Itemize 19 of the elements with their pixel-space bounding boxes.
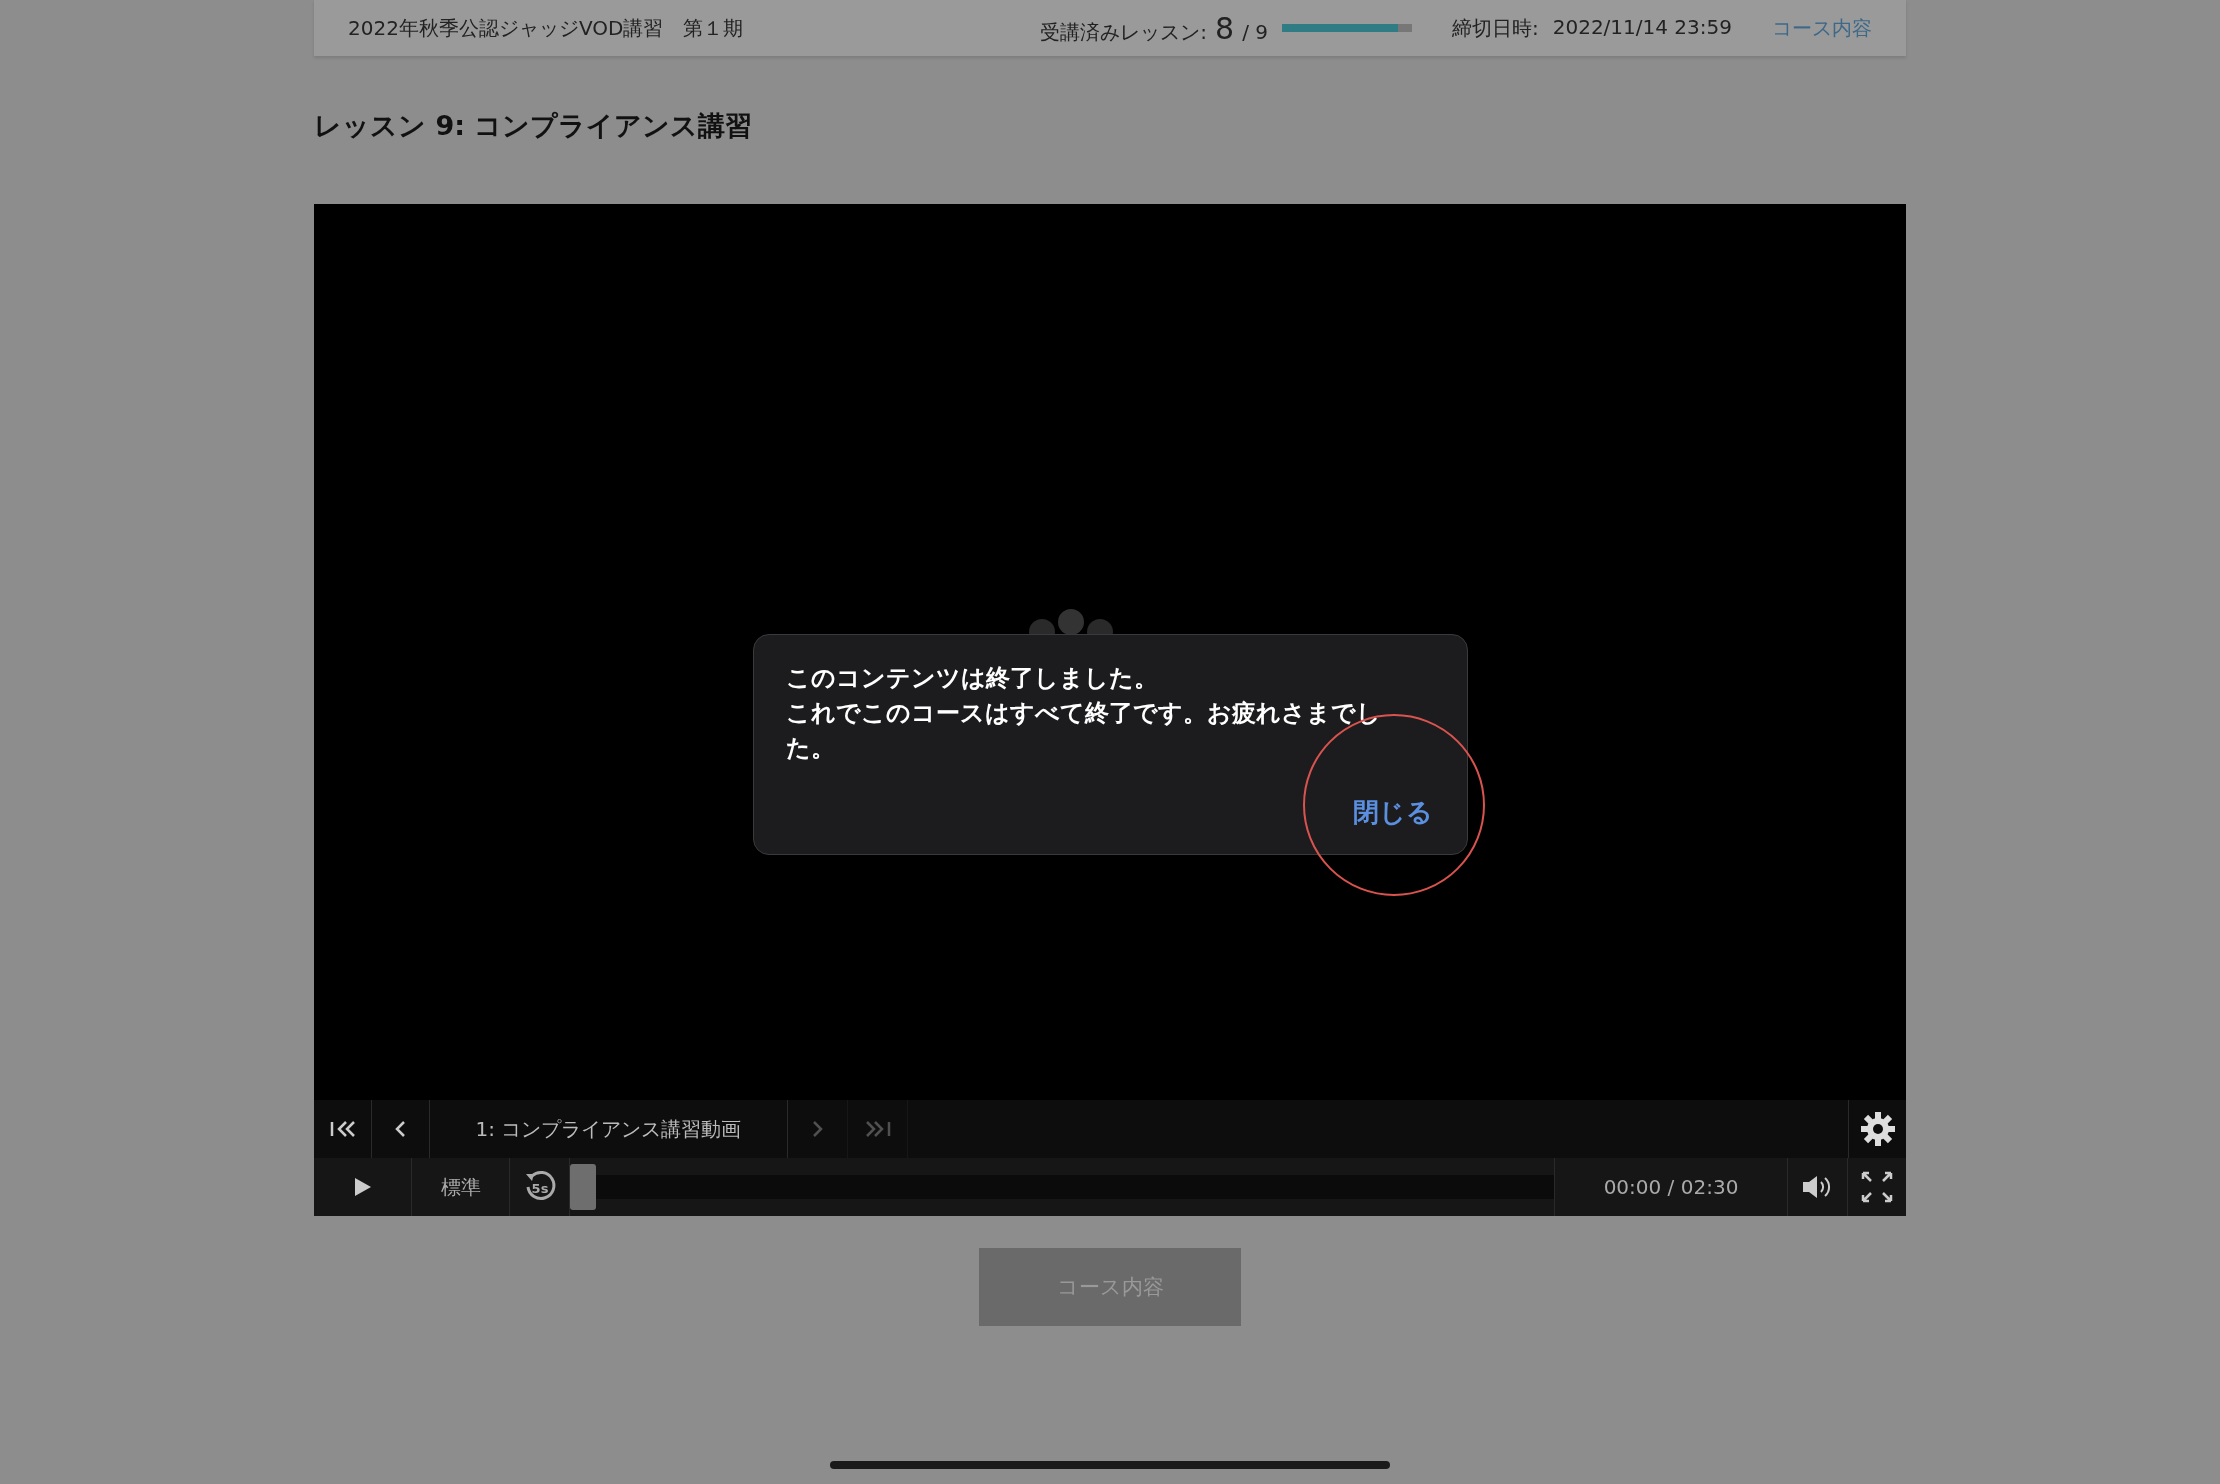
first-icon <box>328 1119 357 1139</box>
progress-label: 受講済みレッスン: <box>1040 18 1208 46</box>
fullscreen-icon <box>1861 1171 1893 1203</box>
back-icon <box>394 1119 407 1139</box>
deadline-label: 締切日時: <box>1451 14 1539 42</box>
lesson-title: レッスン 9: コンプライアンス講習 <box>314 109 754 143</box>
seek-thumb[interactable] <box>570 1164 596 1210</box>
time-display: 00:00 / 02:30 <box>1555 1158 1788 1216</box>
deadline-value: 2022/11/14 23:59 <box>1552 14 1732 41</box>
close-button[interactable]: 閉じる <box>1350 790 1435 834</box>
speed-button[interactable]: 標準 <box>412 1158 510 1216</box>
course-title: 2022年秋季公認ジャッジVOD講習 第１期 <box>348 14 745 42</box>
completed-count: 8 <box>1215 10 1235 46</box>
dialog-message: このコンテンツは終了しました。 これでこのコースはすべて終了です。お疲れさまでした。 <box>785 662 1382 764</box>
total-count: / 9 <box>1242 19 1268 44</box>
forward-icon <box>811 1119 824 1139</box>
play-icon <box>353 1177 372 1197</box>
settings-icon <box>1859 1111 1896 1147</box>
last-icon <box>863 1119 892 1139</box>
